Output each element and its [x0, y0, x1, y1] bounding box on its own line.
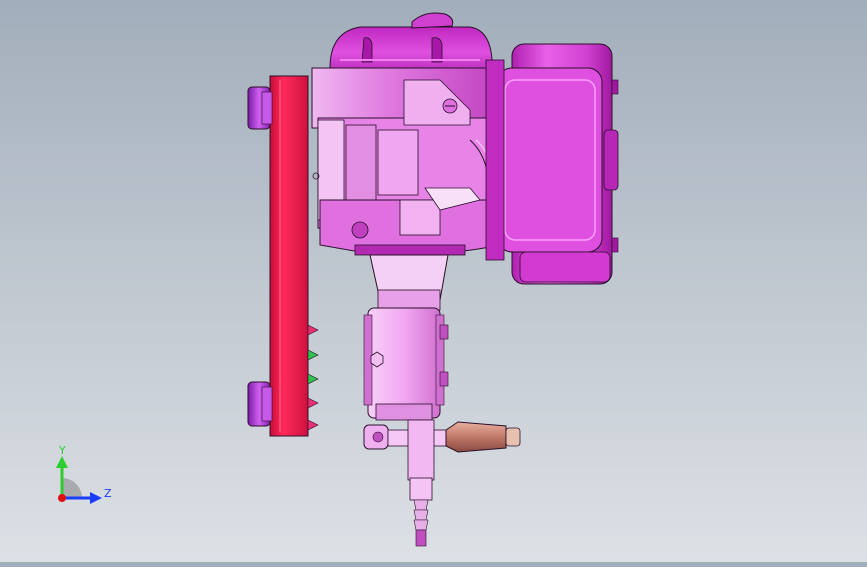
z-arrowhead-icon — [90, 492, 102, 504]
engine-block[interactable] — [311, 67, 503, 256]
triad-plane-icon — [62, 478, 82, 498]
hose-barb-fitting[interactable] — [409, 477, 433, 547]
model-canvas[interactable]: Y Z — [0, 0, 867, 562]
outlet-valve[interactable] — [363, 419, 449, 481]
mounting-plate[interactable] — [269, 75, 309, 437]
connector-cone-icon — [307, 419, 319, 431]
coordinate-triad: Y Z — [56, 444, 112, 504]
z-axis-label: Z — [104, 487, 112, 500]
connector-cone-icon — [307, 324, 319, 336]
connector-cone-icon — [307, 397, 319, 409]
y-arrowhead-icon — [56, 456, 68, 468]
fuel-cap[interactable] — [411, 12, 454, 29]
connector-cone-icon — [307, 349, 319, 361]
recoil-starter-cover[interactable] — [485, 43, 619, 285]
drive-shaft-housing[interactable] — [369, 254, 449, 311]
connector-cone-icon — [307, 373, 319, 385]
origin-icon — [58, 494, 66, 502]
connector-column — [307, 324, 319, 431]
cad-viewport[interactable]: Y Z — [0, 0, 867, 562]
y-axis-label: Y — [58, 444, 66, 457]
pump-body[interactable] — [363, 307, 449, 421]
mount-bolt-top[interactable] — [247, 86, 273, 130]
spray-nozzle[interactable] — [445, 421, 521, 453]
mount-bolt-bottom[interactable] — [247, 381, 273, 427]
